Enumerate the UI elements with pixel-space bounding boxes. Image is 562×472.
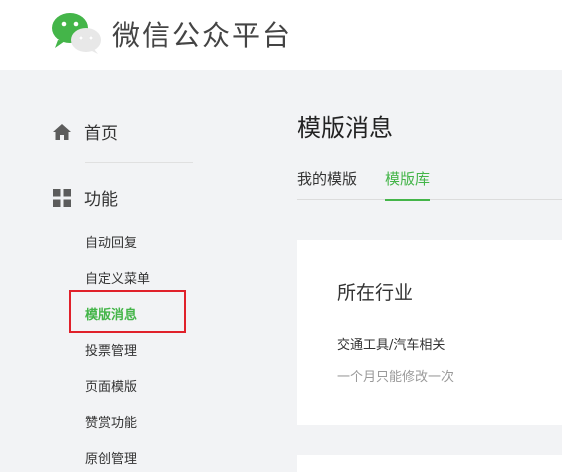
sidebar-item-vote-management[interactable]: 投票管理	[85, 340, 137, 359]
brand-title[interactable]: 微信公众平台	[112, 14, 292, 54]
sidebar-item-original-management[interactable]: 原创管理	[85, 448, 137, 467]
sidebar-item-custom-menu[interactable]: 自定义菜单	[85, 268, 150, 287]
wechat-logo-icon[interactable]	[50, 10, 104, 54]
page-title: 模版消息	[297, 114, 393, 142]
industry-value: 交通工具/汽车相关	[337, 338, 446, 353]
sidebar-item-reward[interactable]: 赞赏功能	[85, 412, 137, 431]
card-title: 所在行业	[337, 282, 414, 304]
sidebar-divider	[85, 162, 193, 163]
sidebar-item-page-template[interactable]: 页面模版	[85, 376, 137, 395]
highlight-box	[69, 290, 186, 333]
tab-my-templates[interactable]: 我的模版	[297, 168, 357, 200]
sidebar-item-auto-reply[interactable]: 自动回复	[85, 232, 137, 251]
industry-card: 所在行业 交通工具/汽车相关 一个月只能修改一次	[297, 240, 562, 425]
tab-bar: 我的模版 模版库	[297, 168, 562, 201]
sidebar-function-label: 功能	[84, 190, 118, 210]
second-card	[297, 455, 562, 472]
sidebar-home-label: 首页	[84, 124, 118, 144]
top-bar: 微信公众平台	[0, 0, 562, 70]
sidebar-item-function[interactable]: 功能	[52, 185, 118, 210]
home-icon	[53, 123, 71, 140]
industry-hint: 一个月只能修改一次	[337, 370, 455, 385]
sidebar-item-home[interactable]: 首页	[52, 119, 118, 144]
tab-template-library[interactable]: 模版库	[385, 168, 431, 201]
grid-icon	[53, 188, 71, 207]
